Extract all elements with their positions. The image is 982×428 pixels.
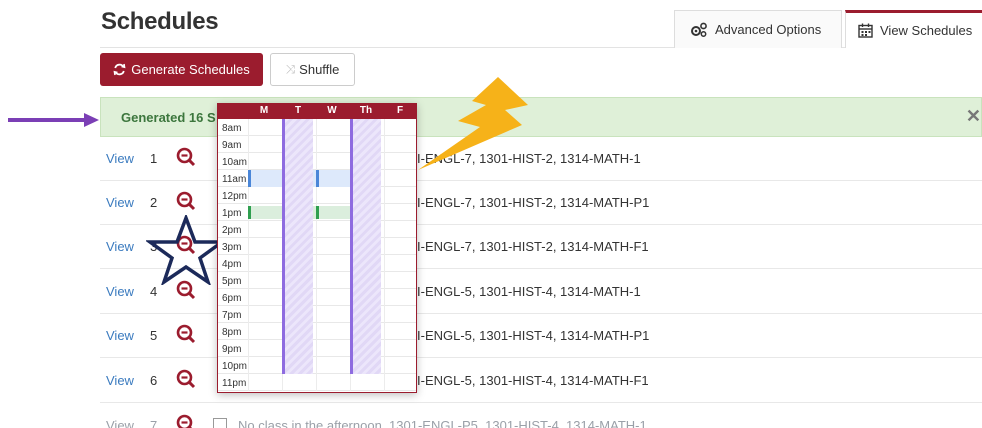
zoom-icon[interactable] [176, 414, 196, 428]
generate-schedules-label: Generate Schedules [131, 62, 250, 77]
view-link[interactable]: View [106, 239, 134, 254]
schedule-row: View 7 No class in the afternoon, 1301-E… [100, 404, 982, 428]
class-block-marker [316, 170, 319, 187]
calendar-icon [858, 23, 873, 38]
hour-label: 2pm [222, 225, 242, 236]
shuffle-label: Shuffle [299, 62, 340, 77]
schedule-description: I-ENGL-7, 1301-HIST-2, 1314-MATH-P1 [417, 195, 650, 210]
day-label: M [259, 105, 269, 116]
annotation-arrow-icon [8, 113, 99, 127]
class-block-marker [248, 206, 251, 219]
day-label: T [294, 105, 302, 116]
hour-label: 9am [222, 140, 242, 151]
class-block-marker [316, 206, 319, 219]
view-link[interactable]: View [106, 195, 134, 210]
day-column-divider [316, 119, 317, 391]
refresh-icon [113, 63, 126, 76]
zoom-icon[interactable] [176, 191, 196, 213]
schedule-description: I-ENGL-5, 1301-HIST-4, 1314-MATH-F1 [417, 373, 649, 388]
row-number: 7 [150, 418, 158, 428]
hour-label: 4pm [222, 259, 242, 270]
hour-label: 6pm [222, 293, 242, 304]
hour-label: 1pm [222, 208, 242, 219]
close-icon[interactable]: ✕ [966, 106, 981, 127]
row-number: 4 [150, 284, 158, 299]
row-number: 5 [150, 328, 158, 343]
day-label: Th [359, 105, 373, 116]
class-column-block [282, 119, 313, 374]
hour-label: 8am [222, 123, 242, 134]
tab-view-schedules[interactable]: View Schedules [845, 10, 982, 48]
hour-label: 10pm [222, 361, 248, 372]
tab-advanced-options-label: Advanced Options [715, 22, 822, 37]
hour-label: 3pm [222, 242, 242, 253]
zoom-icon[interactable] [176, 369, 196, 391]
view-link[interactable]: View [106, 418, 134, 428]
schedule-description: I-ENGL-5, 1301-HIST-4, 1314-MATH-1 [417, 284, 641, 299]
schedule-preview-popup: M T W Th F 8am 9am 10am 11am 12pm 1pm 2p… [217, 103, 417, 393]
view-link[interactable]: View [106, 284, 134, 299]
class-column-block [350, 119, 381, 374]
hour-label: 9pm [222, 344, 242, 355]
alert-message: Generated 16 S [121, 110, 216, 125]
popup-day-header: M T W Th F [218, 104, 416, 119]
generate-schedules-button[interactable]: Generate Schedules [100, 53, 263, 86]
day-label: W [327, 105, 337, 116]
hour-label: 7pm [222, 310, 242, 321]
hour-label: 8pm [222, 327, 242, 338]
day-column-divider [384, 119, 385, 391]
hour-label: 10am [222, 157, 248, 168]
gears-icon [691, 22, 707, 37]
day-column-divider [248, 119, 249, 391]
row-number: 2 [150, 195, 158, 210]
row-number: 6 [150, 373, 158, 388]
class-block-marker [248, 170, 251, 187]
hour-label: 12pm [222, 191, 248, 202]
hour-label: 11pm [222, 378, 247, 389]
hour-label: 11am [222, 174, 247, 185]
shuffle-button[interactable]: ⤨ Shuffle [270, 53, 355, 86]
annotation-star-icon [146, 215, 226, 285]
row-number: 1 [150, 151, 158, 166]
view-link[interactable]: View [106, 328, 134, 343]
tab-view-schedules-label: View Schedules [880, 23, 973, 38]
view-link[interactable]: View [106, 151, 134, 166]
shuffle-icon: ⤨ [285, 62, 296, 76]
schedule-description: No class in the afternoon, 1301-ENGL-P5,… [238, 418, 647, 428]
annotation-lightning-icon [418, 77, 528, 170]
schedule-description: I-ENGL-7, 1301-HIST-2, 1314-MATH-F1 [417, 239, 649, 254]
afternoon-checkbox[interactable] [213, 418, 227, 428]
zoom-icon[interactable] [176, 147, 196, 169]
zoom-icon[interactable] [176, 324, 196, 346]
tab-advanced-options[interactable]: Advanced Options [674, 10, 842, 48]
schedule-description: I-ENGL-5, 1301-HIST-4, 1314-MATH-P1 [417, 328, 650, 343]
page-title: Schedules [101, 8, 219, 35]
hour-label: 5pm [222, 276, 242, 287]
view-link[interactable]: View [106, 373, 134, 388]
